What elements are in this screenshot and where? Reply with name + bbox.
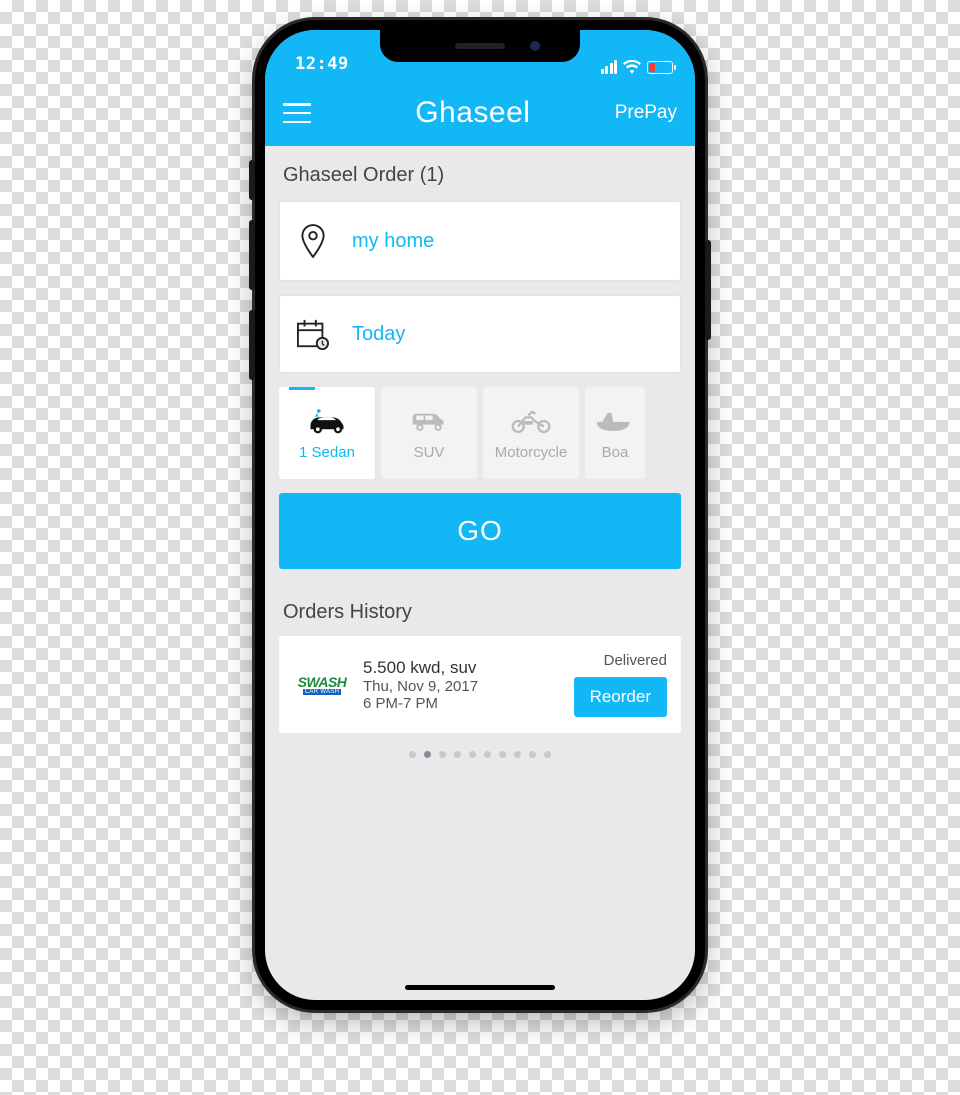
content: Ghaseel Order (1) my home	[265, 146, 695, 758]
home-indicator[interactable]	[405, 985, 555, 990]
history-title: Orders History	[283, 601, 681, 624]
volume-up-button	[249, 220, 255, 290]
vehicle-label: Boa	[602, 444, 629, 461]
pagination-dots[interactable]	[279, 751, 681, 758]
vehicle-tab-sedan[interactable]: 1 Sedan	[279, 387, 375, 479]
boat-icon	[595, 406, 635, 436]
order-timeslot: 6 PM-7 PM	[363, 695, 562, 712]
app-title: Ghaseel	[331, 96, 615, 130]
reorder-button[interactable]: Reorder	[574, 677, 667, 717]
motorcycle-icon	[510, 406, 552, 436]
suv-icon	[409, 406, 449, 436]
vehicle-tab-suv[interactable]: SUV	[381, 387, 477, 479]
order-history-item[interactable]: SWASH CAR WASH 5.500 kwd, suv Thu, Nov 9…	[279, 636, 681, 733]
pin-icon	[296, 224, 330, 258]
navigation-bar: Ghaseel PrePay	[265, 80, 695, 146]
vehicle-label: 1 Sedan	[299, 444, 355, 461]
side-button	[249, 160, 255, 200]
vendor-logo: SWASH CAR WASH	[293, 670, 351, 700]
vehicle-tabs: 1 Sedan SUV	[279, 387, 681, 479]
order-actions: Delivered Reorder	[574, 652, 667, 717]
vendor-subtitle: CAR WASH	[303, 689, 342, 695]
calendar-icon	[296, 318, 330, 350]
order-summary: 5.500 kwd, suv	[363, 658, 562, 678]
prepay-button[interactable]: PrePay	[615, 102, 677, 124]
order-date: Thu, Nov 9, 2017	[363, 678, 562, 695]
vehicle-label: SUV	[414, 444, 445, 461]
wifi-icon	[623, 60, 641, 74]
front-camera	[530, 41, 540, 51]
vendor-name: SWASH	[298, 675, 347, 689]
battery-icon	[647, 61, 673, 74]
power-button	[705, 240, 711, 340]
signal-icon	[601, 60, 618, 74]
status-indicators	[601, 60, 674, 74]
screen: 12:49 Ghaseel PrePay Ghaseel Order (1) m…	[265, 30, 695, 1000]
volume-down-button	[249, 310, 255, 380]
order-status: Delivered	[604, 652, 667, 669]
order-info: 5.500 kwd, suv Thu, Nov 9, 2017 6 PM-7 P…	[363, 658, 562, 712]
vehicle-tab-motorcycle[interactable]: Motorcycle	[483, 387, 579, 479]
go-button[interactable]: GO	[279, 493, 681, 569]
speaker-grille	[455, 43, 505, 49]
date-label: Today	[352, 323, 405, 346]
sedan-icon	[305, 406, 349, 436]
date-card[interactable]: Today	[279, 295, 681, 373]
notch	[380, 30, 580, 62]
order-section-title: Ghaseel Order (1)	[279, 164, 681, 187]
phone-frame: 12:49 Ghaseel PrePay Ghaseel Order (1) m…	[255, 20, 705, 1010]
location-label: my home	[352, 230, 434, 253]
vehicle-tab-boat[interactable]: Boa	[585, 387, 645, 479]
vehicle-label: Motorcycle	[495, 444, 568, 461]
location-card[interactable]: my home	[279, 201, 681, 281]
status-time: 12:49	[295, 54, 349, 74]
menu-icon[interactable]	[283, 103, 311, 123]
